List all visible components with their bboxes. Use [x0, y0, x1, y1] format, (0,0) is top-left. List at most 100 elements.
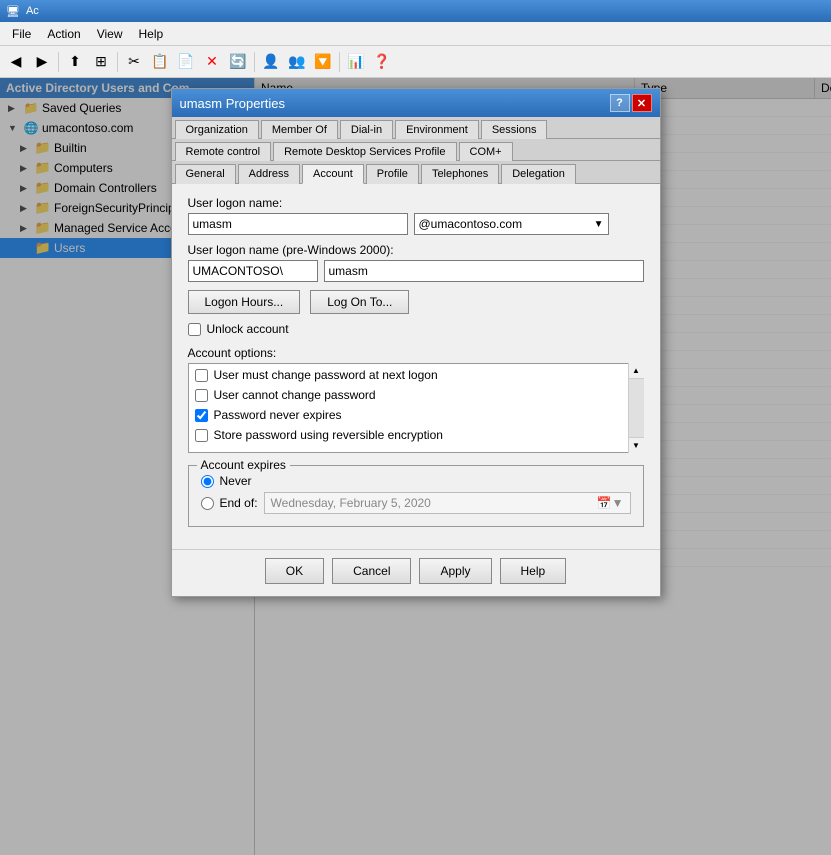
date-picker[interactable]: Wednesday, February 5, 2020 📅▼: [264, 492, 631, 514]
tab-row-2: Remote control Remote Desktop Services P…: [172, 139, 660, 161]
properties-dialog: umasm Properties ? ✕ Organization Member…: [171, 88, 661, 597]
apply-button[interactable]: Apply: [419, 558, 491, 584]
option-2-label: User cannot change password: [214, 388, 376, 402]
never-label: Never: [220, 474, 252, 488]
option-1-label: User must change password at next logon: [214, 368, 438, 382]
dialog-title: umasm Properties: [180, 96, 285, 111]
menu-help[interactable]: Help: [131, 25, 172, 43]
option-1-row: User must change password at next logon: [195, 368, 623, 382]
never-radio-row: Never: [201, 474, 631, 488]
cut-button[interactable]: ✂: [122, 50, 146, 74]
toolbar-sep-2: [117, 52, 118, 72]
pre-win-domain-input[interactable]: [188, 260, 318, 282]
domain-dropdown[interactable]: @umacontoso.com ▼: [414, 213, 609, 235]
show-console-tree-button[interactable]: ⊞: [89, 50, 113, 74]
up-button[interactable]: ⬆: [63, 50, 87, 74]
tab-telephones[interactable]: Telephones: [421, 164, 499, 184]
dialog-footer: OK Cancel Apply Help: [172, 549, 660, 596]
option-4-checkbox[interactable]: [195, 429, 208, 442]
filter-button[interactable]: 🔽: [311, 50, 335, 74]
domain-text: @umacontoso.com: [419, 217, 523, 231]
logon-field-row: @umacontoso.com ▼: [188, 213, 644, 235]
account-options-container: User must change password at next logon …: [188, 363, 644, 453]
back-button[interactable]: ◀: [4, 50, 28, 74]
dialog-close-button[interactable]: ✕: [632, 94, 652, 112]
dialog-content: User logon name: @umacontoso.com ▼ User …: [172, 184, 660, 549]
scroll-down-button[interactable]: ▼: [629, 437, 644, 453]
tab-address[interactable]: Address: [238, 164, 300, 184]
option-2-checkbox[interactable]: [195, 389, 208, 402]
account-expires-section: Account expires Never End of: Wednesday,…: [188, 465, 644, 527]
new-group-button[interactable]: 👥: [285, 50, 309, 74]
tab-organization[interactable]: Organization: [175, 120, 259, 139]
chevron-down-icon: ▼: [594, 219, 604, 230]
title-bar-text: Ac: [26, 5, 39, 17]
toolbar: ◀ ▶ ⬆ ⊞ ✂ 📋 📄 ✕ 🔄 👤 👥 🔽 📊 ❓: [0, 46, 831, 78]
never-radio[interactable]: [201, 475, 214, 488]
tab-row-3: General Address Account Profile Telephon…: [172, 161, 660, 184]
tab-rdp-profile[interactable]: Remote Desktop Services Profile: [273, 142, 456, 161]
menu-view[interactable]: View: [89, 25, 131, 43]
tab-member-of[interactable]: Member Of: [261, 120, 338, 139]
tab-delegation[interactable]: Delegation: [501, 164, 576, 184]
tab-sessions[interactable]: Sessions: [481, 120, 548, 139]
dialog-help-button[interactable]: ?: [610, 94, 630, 112]
pre-win-label: User logon name (pre-Windows 2000):: [188, 243, 644, 257]
option-4-label: Store password using reversible encrypti…: [214, 428, 443, 442]
delete-button[interactable]: ✕: [200, 50, 224, 74]
option-3-label: Password never expires: [214, 408, 342, 422]
pre-win-username-input[interactable]: [324, 260, 644, 282]
title-bar: 🖥 Ac: [0, 0, 831, 22]
tab-profile[interactable]: Profile: [366, 164, 419, 184]
log-on-to-button[interactable]: Log On To...: [310, 290, 409, 314]
toolbar-sep-1: [58, 52, 59, 72]
tab-com[interactable]: COM+: [459, 142, 513, 161]
tab-environment[interactable]: Environment: [395, 120, 479, 139]
scroll-up-button[interactable]: ▲: [629, 363, 644, 379]
option-1-checkbox[interactable]: [195, 369, 208, 382]
forward-button[interactable]: ▶: [30, 50, 54, 74]
logon-username-input[interactable]: [188, 213, 408, 235]
unlock-checkbox[interactable]: [188, 323, 201, 336]
paste-button[interactable]: 📄: [174, 50, 198, 74]
toolbar-sep-4: [339, 52, 340, 72]
app-icon: 🖥: [6, 5, 20, 18]
option-2-row: User cannot change password: [195, 388, 623, 402]
new-user-button[interactable]: 👤: [259, 50, 283, 74]
pre-win-field-row: [188, 260, 644, 282]
properties-button[interactable]: 📊: [344, 50, 368, 74]
ok-button[interactable]: OK: [265, 558, 324, 584]
option-3-row: Password never expires: [195, 408, 623, 422]
logon-label: User logon name:: [188, 196, 644, 210]
logon-buttons-row: Logon Hours... Log On To...: [188, 290, 644, 314]
tab-dial-in[interactable]: Dial-in: [340, 120, 393, 139]
help-button[interactable]: ❓: [370, 50, 394, 74]
tab-account[interactable]: Account: [302, 164, 364, 184]
main-area: Active Directory Users and Com ▶ 📁 Saved…: [0, 78, 831, 855]
scroll-track: [629, 379, 644, 437]
copy-button[interactable]: 📋: [148, 50, 172, 74]
menu-action[interactable]: Action: [39, 25, 88, 43]
dialog-title-buttons: ? ✕: [610, 94, 652, 112]
tab-remote-control[interactable]: Remote control: [175, 142, 272, 161]
unlock-account-row: Unlock account: [188, 322, 644, 336]
unlock-label: Unlock account: [207, 322, 289, 336]
date-text: Wednesday, February 5, 2020: [271, 496, 431, 510]
modal-overlay: umasm Properties ? ✕ Organization Member…: [0, 78, 831, 855]
refresh-button[interactable]: 🔄: [226, 50, 250, 74]
scrollbar[interactable]: ▲ ▼: [628, 363, 644, 453]
end-of-radio[interactable]: [201, 497, 214, 510]
tab-row-1: Organization Member Of Dial-in Environme…: [172, 117, 660, 139]
account-options-label: Account options:: [188, 346, 644, 360]
menu-file[interactable]: File: [4, 25, 39, 43]
logon-hours-button[interactable]: Logon Hours...: [188, 290, 301, 314]
help-footer-button[interactable]: Help: [500, 558, 567, 584]
option-3-checkbox[interactable]: [195, 409, 208, 422]
option-4-row: Store password using reversible encrypti…: [195, 428, 623, 442]
end-of-radio-row: End of: Wednesday, February 5, 2020 📅▼: [201, 492, 631, 514]
tab-general[interactable]: General: [175, 164, 236, 184]
menu-bar: File Action View Help: [0, 22, 831, 46]
dialog-title-bar: umasm Properties ? ✕: [172, 89, 660, 117]
cancel-button[interactable]: Cancel: [332, 558, 411, 584]
toolbar-sep-3: [254, 52, 255, 72]
